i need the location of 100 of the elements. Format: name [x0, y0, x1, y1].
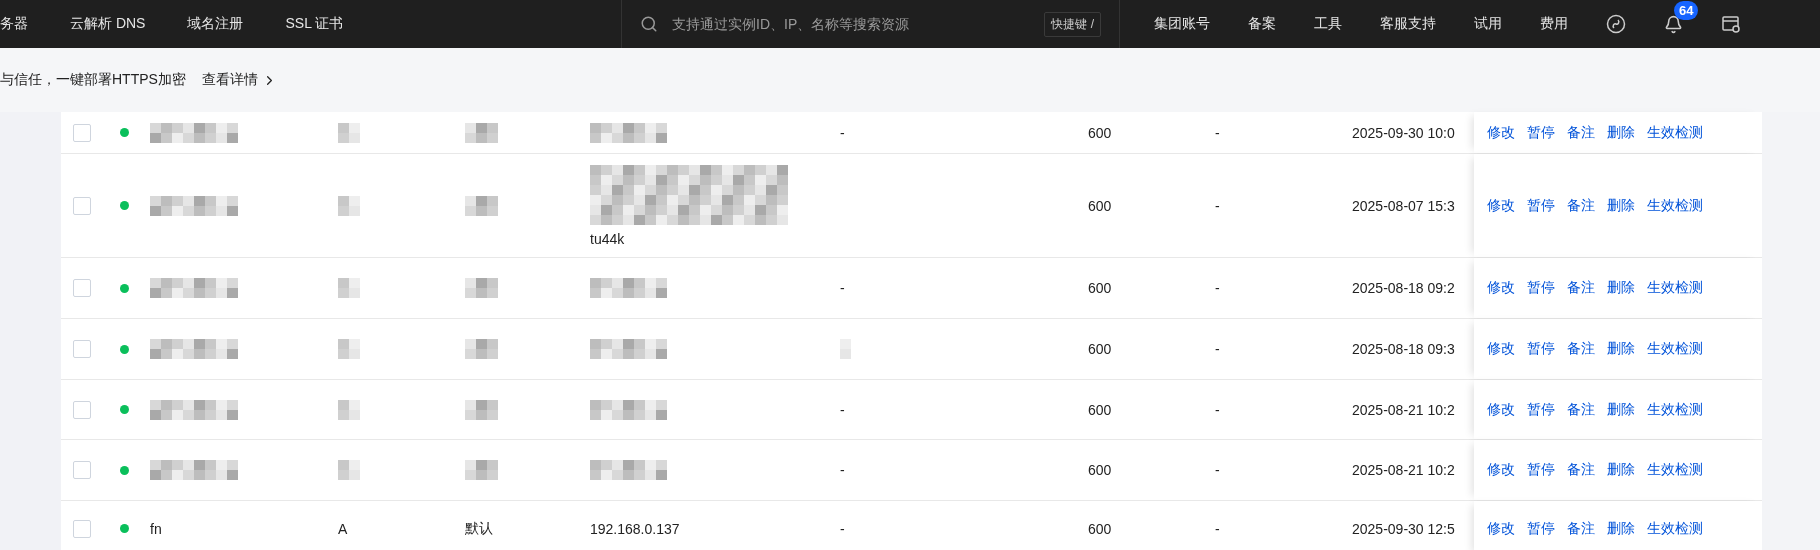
redacted-block [338, 399, 360, 420]
cell-text: 600 [1088, 462, 1112, 478]
action-link[interactable]: 删除 [1607, 196, 1635, 215]
action-link[interactable]: 生效检测 [1647, 519, 1703, 538]
action-link[interactable]: 修改 [1487, 123, 1515, 142]
bell-icon[interactable] [1664, 14, 1683, 34]
cell-text: A [338, 520, 348, 537]
cell-text: 2025-08-18 09:3 [1352, 341, 1455, 357]
redacted-block [465, 339, 498, 359]
cell-text: fn [150, 520, 162, 537]
cell-text: - [1215, 401, 1220, 418]
shortcut-key: 快捷键 / [1044, 11, 1101, 37]
cell-text: 2025-08-07 15:3 [1352, 197, 1455, 214]
cell-text: 600 [1088, 197, 1112, 214]
cell-text: - [1215, 520, 1220, 537]
action-link[interactable]: 修改 [1487, 400, 1515, 419]
row-checkbox[interactable] [73, 340, 91, 358]
action-link[interactable]: 暂停 [1527, 461, 1555, 479]
nav-link[interactable]: 务器 [0, 15, 28, 33]
nav-link[interactable]: 费用 [1540, 15, 1568, 33]
row-checkbox[interactable] [73, 123, 91, 142]
cell-text: - [840, 124, 845, 141]
cell-text: 192.168.0.137 [590, 520, 680, 537]
action-link[interactable]: 删除 [1607, 340, 1635, 358]
cell-text: 600 [1088, 341, 1112, 357]
cell-text: 默认 [465, 519, 493, 538]
search-field[interactable]: 支持通过实例ID、IP、名称等搜索资源 [670, 15, 1033, 33]
cell-text: - [1215, 197, 1220, 214]
row-checkbox[interactable] [73, 400, 91, 419]
row-checkbox[interactable] [73, 519, 91, 538]
link-circle-icon[interactable] [1606, 14, 1626, 34]
details-link[interactable]: 查看详情 [201, 71, 277, 89]
redacted-block [338, 122, 360, 143]
redacted-block [338, 278, 360, 298]
cell-text: 600 [1088, 401, 1112, 418]
action-link[interactable]: 删除 [1607, 123, 1635, 142]
action-link[interactable]: 备注 [1567, 461, 1595, 479]
action-link[interactable]: 删除 [1607, 519, 1635, 538]
cell-text: tu44k [590, 230, 626, 247]
nav-link[interactable]: SSL 证书 [285, 15, 344, 33]
action-link[interactable]: 修改 [1487, 519, 1515, 538]
action-link[interactable]: 备注 [1567, 196, 1595, 215]
action-link[interactable]: 备注 [1567, 400, 1595, 419]
cell-text: 2025-08-21 10:2 [1352, 462, 1455, 478]
cell-text: - [840, 401, 845, 418]
nav-link[interactable]: 备案 [1248, 15, 1276, 33]
action-link[interactable]: 暂停 [1527, 279, 1555, 297]
action-link[interactable]: 生效检测 [1647, 461, 1703, 479]
redacted-block [338, 460, 360, 480]
cell-text: - [840, 280, 845, 296]
action-link[interactable]: 修改 [1487, 279, 1515, 297]
cell-text: - [1215, 280, 1220, 296]
row-checkbox[interactable] [73, 279, 91, 297]
redacted-block [465, 399, 498, 420]
action-link[interactable]: 修改 [1487, 461, 1515, 479]
cell-text: 600 [1088, 280, 1112, 296]
action-link[interactable]: 暂停 [1527, 400, 1555, 419]
row-checkbox[interactable] [73, 461, 91, 479]
redacted-block [465, 122, 498, 143]
nav-link[interactable]: 工具 [1314, 15, 1342, 33]
action-link[interactable]: 暂停 [1527, 123, 1555, 142]
action-link[interactable]: 暂停 [1527, 196, 1555, 215]
action-link[interactable]: 删除 [1607, 461, 1635, 479]
banner-text: 与信任，一键部署HTTPS加密 [0, 71, 186, 89]
nav-link[interactable]: 试用 [1474, 15, 1502, 33]
cell-text: 2025-09-30 12:5 [1352, 520, 1455, 537]
redacted-block [338, 339, 360, 359]
redacted-block [465, 460, 498, 480]
action-link[interactable]: 修改 [1487, 340, 1515, 358]
action-link[interactable]: 生效检测 [1647, 196, 1703, 215]
action-link[interactable]: 删除 [1607, 400, 1635, 419]
action-link[interactable]: 备注 [1567, 123, 1595, 142]
action-link[interactable]: 生效检测 [1647, 279, 1703, 297]
action-link[interactable]: 修改 [1487, 196, 1515, 215]
window-settings-icon[interactable] [1721, 14, 1741, 34]
cell-text: 600 [1088, 124, 1112, 141]
cell-text: 2025-08-21 10:2 [1352, 401, 1455, 418]
cell-text: - [840, 520, 845, 537]
action-link[interactable]: 备注 [1567, 279, 1595, 297]
cell-text: - [1215, 462, 1220, 478]
action-link[interactable]: 生效检测 [1647, 340, 1703, 358]
search-icon [640, 15, 658, 33]
redacted-block [465, 195, 498, 216]
redacted-block [338, 195, 360, 216]
action-link[interactable]: 备注 [1567, 519, 1595, 538]
cell-text: - [1215, 341, 1220, 357]
nav-link[interactable]: 云解析 DNS [70, 15, 146, 33]
action-link[interactable]: 备注 [1567, 340, 1595, 358]
action-link[interactable]: 暂停 [1527, 519, 1555, 538]
redacted-block [840, 339, 851, 359]
cell-text: 2025-09-30 10:0 [1352, 124, 1455, 141]
redacted-block [465, 278, 498, 298]
action-link[interactable]: 生效检测 [1647, 400, 1703, 419]
action-link[interactable]: 暂停 [1527, 340, 1555, 358]
action-link[interactable]: 删除 [1607, 279, 1635, 297]
nav-link[interactable]: 域名注册 [187, 15, 244, 33]
row-checkbox[interactable] [73, 196, 91, 215]
nav-link[interactable]: 客服支持 [1380, 15, 1436, 33]
action-link[interactable]: 生效检测 [1647, 123, 1703, 142]
nav-link[interactable]: 集团账号 [1154, 15, 1210, 33]
